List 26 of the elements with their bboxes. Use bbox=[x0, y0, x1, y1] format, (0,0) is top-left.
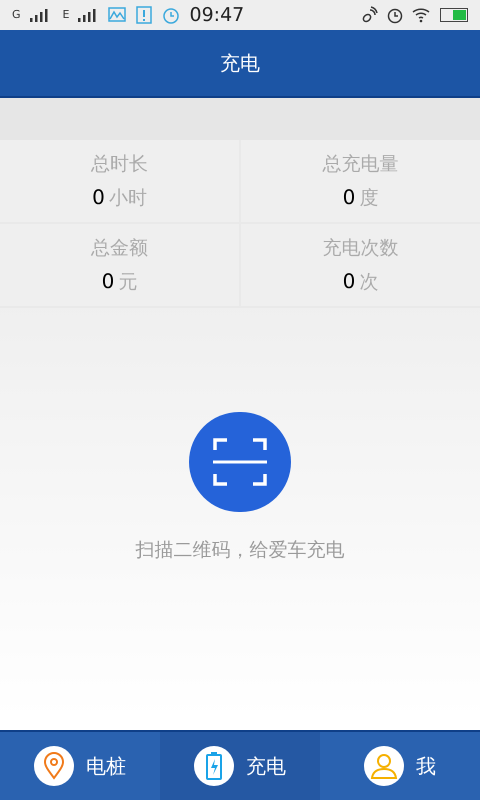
stat-unit: 次 bbox=[359, 270, 378, 295]
wifi-icon bbox=[412, 7, 432, 23]
stat-unit: 小时 bbox=[108, 186, 147, 211]
stat-label: 总充电量 bbox=[322, 152, 398, 176]
stat-value: 0 bbox=[342, 268, 356, 295]
location-pin-icon bbox=[43, 752, 65, 780]
network-label: G bbox=[12, 6, 21, 23]
page-title: 充电 bbox=[220, 50, 260, 77]
clock-time: 09:47 bbox=[189, 2, 244, 28]
stat-value: 0 bbox=[342, 184, 356, 211]
stat-unit: 元 bbox=[118, 270, 138, 295]
scan-caption: 扫描二维码，给爱车充电 bbox=[136, 538, 344, 563]
stat-label: 充电次数 bbox=[322, 236, 398, 260]
tab[interactable]: 充电 bbox=[160, 732, 320, 800]
stat-label: 总时长 bbox=[91, 152, 148, 176]
person-icon bbox=[370, 753, 398, 779]
image-icon bbox=[107, 6, 128, 24]
scan-icon bbox=[213, 438, 267, 486]
stat-unit: 度 bbox=[359, 186, 378, 211]
battery-icon bbox=[440, 8, 468, 22]
stat-value: 0 bbox=[102, 268, 114, 295]
stat-label: 总金额 bbox=[91, 236, 148, 260]
alert-icon bbox=[135, 6, 154, 24]
battery-bolt-icon bbox=[205, 751, 223, 781]
stat-value: 0 bbox=[92, 184, 105, 211]
network-label: E bbox=[62, 6, 70, 23]
